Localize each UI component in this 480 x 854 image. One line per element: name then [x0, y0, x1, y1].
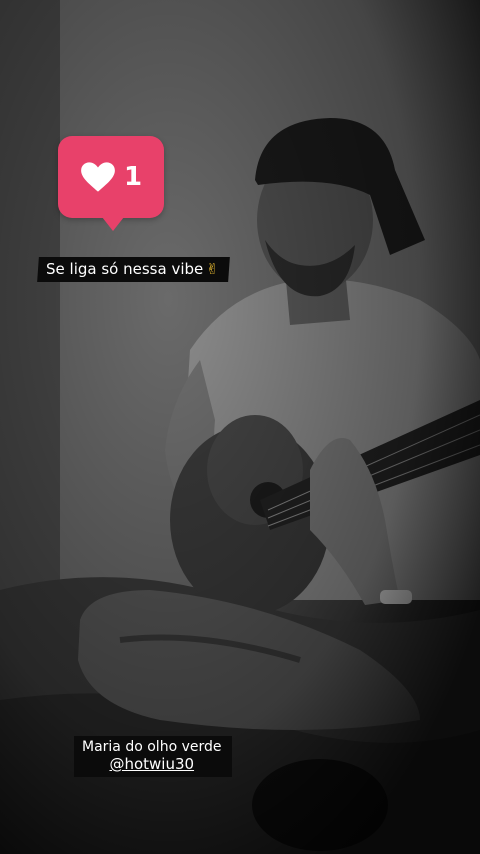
- caption-sticker: Se liga só nessa vibe ✌: [37, 257, 230, 282]
- heart-icon: [81, 162, 115, 192]
- caption-text: Se liga só nessa vibe: [46, 260, 204, 278]
- song-credits: Maria do olho verde @hotwiu30: [74, 736, 232, 777]
- like-count: 1: [123, 162, 143, 192]
- artist-handle[interactable]: @hotwiu30: [82, 756, 222, 773]
- victory-hand-emoji: ✌: [206, 260, 219, 278]
- like-sticker[interactable]: 1: [58, 136, 164, 231]
- background-photo: [0, 0, 480, 854]
- story-view: 1 Se liga só nessa vibe ✌ Maria do olho v…: [0, 0, 480, 854]
- song-title: Maria do olho verde: [82, 739, 222, 755]
